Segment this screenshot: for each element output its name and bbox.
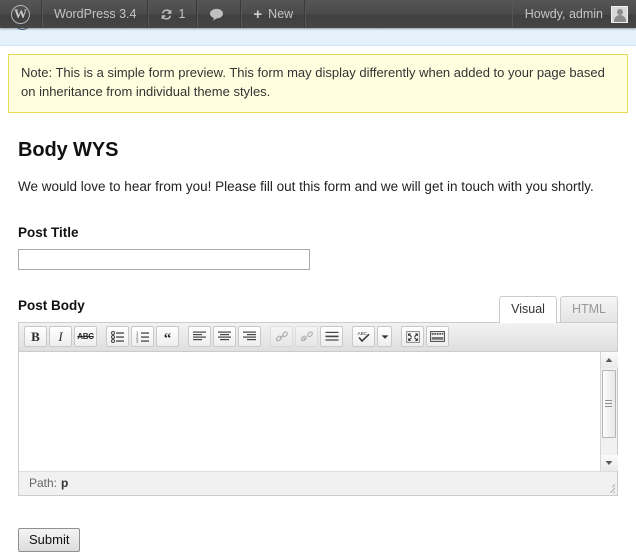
preview-notice: Note: This is a simple form preview. Thi…	[8, 54, 628, 113]
editor-box: B I ABC 1 2 3 “ ABC Path: p	[18, 321, 618, 496]
chevron-down-icon[interactable]	[377, 326, 392, 348]
post-body-editor: Visual HTML B I ABC 1 2 3 “ ABC Path: p	[18, 295, 618, 496]
admin-bar: W WordPress 3.4 1 + New Howdy, admin	[0, 0, 636, 28]
plus-icon: +	[253, 5, 263, 23]
submit-button[interactable]: Submit	[18, 527, 81, 552]
user-avatar-icon	[611, 5, 628, 23]
site-name-label: WordPress 3.4	[54, 7, 137, 21]
editor-content-area[interactable]	[19, 351, 618, 471]
comment-bubble-icon	[209, 8, 224, 21]
bold-button[interactable]: B	[24, 326, 47, 348]
admin-bar-my-account[interactable]: Howdy, admin	[511, 0, 636, 28]
admin-bar-wp-logo-menu[interactable]: W	[0, 0, 42, 28]
admin-bar-spacer	[305, 0, 512, 28]
align-left-button[interactable]	[188, 326, 211, 348]
form-heading: Body WYS	[18, 138, 119, 161]
post-title-input[interactable]	[18, 248, 310, 270]
scroll-down-arrow-icon[interactable]	[600, 454, 618, 471]
tab-visual[interactable]: Visual	[499, 295, 557, 323]
svg-text:3: 3	[136, 338, 139, 343]
updates-count: 1	[178, 7, 186, 21]
howdy-label: Howdy, admin	[524, 7, 603, 21]
editor-path-label: Path:	[29, 476, 58, 491]
tab-html[interactable]: HTML	[559, 295, 618, 322]
italic-button[interactable]: I	[49, 326, 72, 348]
svg-text:ABC: ABC	[357, 331, 367, 336]
blockquote-button[interactable]: “	[156, 326, 179, 348]
editor-resize-handle[interactable]	[603, 481, 615, 493]
wordpress-logo-icon: W	[11, 4, 30, 24]
editor-toolbar: B I ABC 1 2 3 “ ABC	[19, 322, 617, 352]
insert-link-button[interactable]	[270, 326, 293, 348]
editor-path-value: p	[61, 476, 69, 491]
admin-bar-new-content[interactable]: + New	[241, 0, 306, 28]
editor-scrollbar[interactable]	[600, 351, 618, 471]
bullet-list-button[interactable]	[106, 326, 129, 348]
fullscreen-button[interactable]	[401, 326, 424, 348]
strikethrough-button[interactable]: ABC	[74, 326, 97, 348]
scrollbar-track[interactable]	[601, 368, 618, 455]
submit-row: Submit	[18, 527, 618, 552]
kitchen-sink-button[interactable]	[426, 326, 449, 348]
align-center-button[interactable]	[213, 326, 236, 348]
numbered-list-button[interactable]: 1 2 3	[131, 326, 154, 348]
scrollbar-grip-icon	[605, 398, 612, 409]
align-right-button[interactable]	[238, 326, 261, 348]
form-area: Body WYS We would love to hear from you!…	[0, 139, 636, 552]
scroll-up-arrow-icon[interactable]	[600, 351, 618, 368]
new-label: New	[268, 7, 294, 21]
admin-bar-updates[interactable]: 1	[148, 0, 198, 28]
insert-more-tag-button[interactable]	[320, 326, 343, 348]
editor-status-bar: Path: p	[19, 470, 617, 495]
form-description: We would love to hear from you! Please f…	[18, 178, 594, 194]
scrollbar-thumb[interactable]	[601, 369, 616, 438]
editor-tabs: Visual HTML	[499, 295, 618, 323]
admin-bar-comments[interactable]	[197, 0, 242, 28]
spellcheck-button[interactable]: ABC	[352, 326, 375, 348]
post-title-label: Post Title	[18, 224, 79, 240]
admin-bar-site-name[interactable]: WordPress 3.4	[42, 0, 149, 28]
unlink-button[interactable]	[295, 326, 318, 348]
update-refresh-icon	[160, 8, 173, 21]
page-content: Note: This is a simple form preview. Thi…	[0, 47, 636, 552]
